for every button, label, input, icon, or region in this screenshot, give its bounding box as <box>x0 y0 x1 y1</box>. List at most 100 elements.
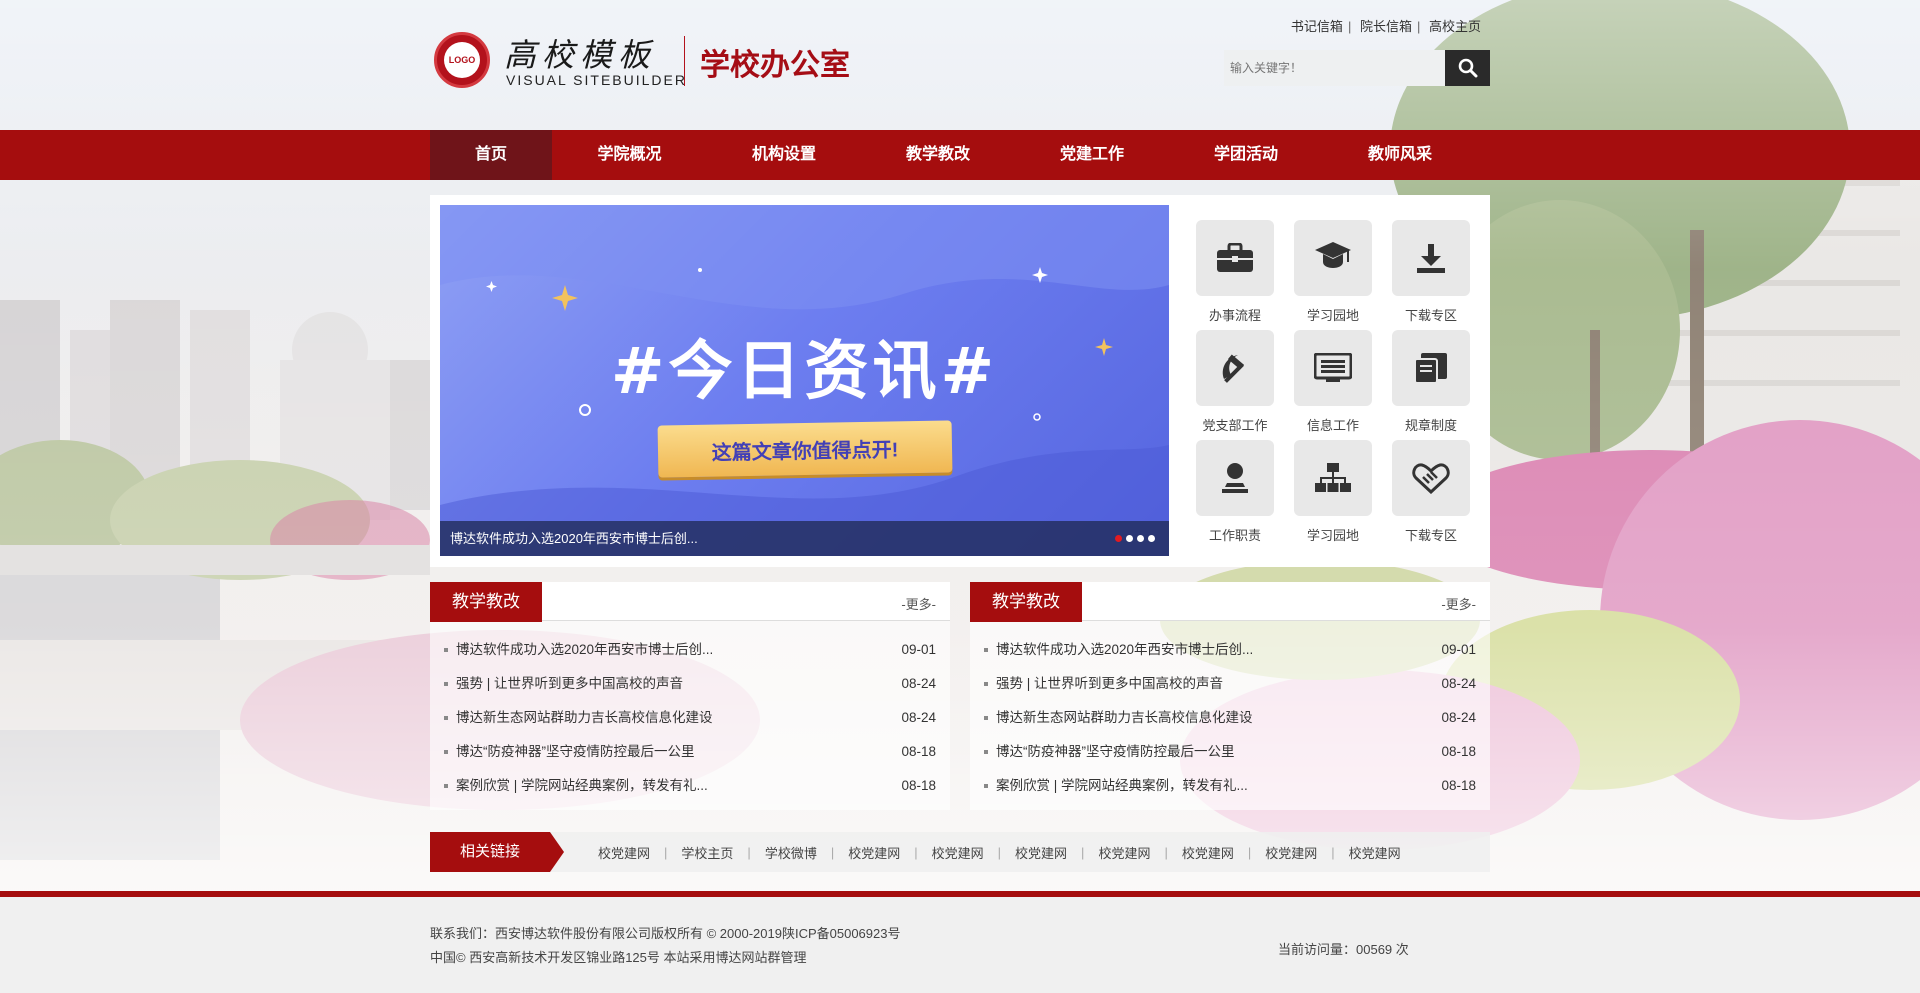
news-item[interactable]: 博达新生态网站群助力吉长高校信息化建设 08-24 <box>444 701 936 735</box>
user-stamp-icon <box>1222 463 1248 493</box>
related-link[interactable]: 校党建网 <box>1251 843 1331 862</box>
banner-cta-button[interactable]: 这篇文章你值得点开! <box>657 420 953 478</box>
news-item[interactable]: 博达新生态网站群助力吉长高校信息化建设 08-24 <box>984 701 1476 735</box>
news-item[interactable]: 博达“防疫神器”坚守疫情防控最后一公里 08-18 <box>444 735 936 769</box>
related-link[interactable]: 校党建网 <box>1335 843 1415 862</box>
quick-link-label: 工作职责 <box>1208 528 1261 543</box>
news-item[interactable]: 案例欣赏 | 学院网站经典案例，转发有礼... 08-18 <box>444 769 936 803</box>
news-date: 08-24 <box>1441 710 1476 725</box>
seal-center: LOGO <box>444 42 480 78</box>
related-link[interactable]: 校党建网 <box>1084 843 1164 862</box>
carousel-dot-3[interactable] <box>1137 535 1144 542</box>
related-links-bar: 相关链接 校党建网 | 学校主页 | 学校微博 | 校党建网 | 校党建网 | 校党建网 |… <box>430 832 1490 872</box>
news-item[interactable]: 博达软件成功入选2020年西安市博士后创... 09-01 <box>984 633 1476 667</box>
banner-caption[interactable]: 博达软件成功入选2020年西安市博士后创... <box>440 521 1169 556</box>
related-links-list: 校党建网 | 学校主页 | 学校微博 | 校党建网 | 校党建网 | 校党建网 | 校党建网… <box>584 832 1415 872</box>
quick-link-downloads[interactable]: 下载专区 <box>1392 220 1470 330</box>
quick-link-label: 学习园地 <box>1306 308 1359 323</box>
quick-link-info-work[interactable]: 信息工作 <box>1294 330 1372 440</box>
footer-copyright: 联系我们：西安博达软件股份有限公司版权所有 © 2000-2019陕ICP备05… <box>430 926 901 941</box>
nav-item-departments[interactable]: 机构设置 <box>707 130 861 180</box>
quick-link-regulations[interactable]: 规章制度 <box>1392 330 1470 440</box>
related-link[interactable]: 校党建网 <box>1001 843 1081 862</box>
top-link-secretary-mailbox[interactable]: 书记信箱 <box>1286 19 1348 34</box>
quick-link-party-branch[interactable]: 党支部工作 <box>1196 330 1274 440</box>
news-title[interactable]: 博达软件成功入选2020年西安市博士后创... <box>984 633 1253 667</box>
related-link[interactable]: 学校主页 <box>667 843 747 862</box>
more-link[interactable]: -更多- <box>1441 594 1476 613</box>
top-link-school-home[interactable]: 高校主页 <box>1424 19 1486 34</box>
news-title[interactable]: 博达软件成功入选2020年西安市博士后创... <box>444 633 713 667</box>
search-button[interactable] <box>1445 50 1490 86</box>
news-panel-title[interactable]: 教学教改 <box>970 582 1082 622</box>
news-item[interactable]: 强势 | 让世界听到更多中国高校的声音 08-24 <box>444 667 936 701</box>
nav-item-college-overview[interactable]: 学院概况 <box>552 130 707 180</box>
site-name: 学校办公室 <box>700 48 850 83</box>
top-links: 书记信箱 | 院长信箱 | 高校主页 <box>1286 16 1486 35</box>
carousel-dot-4[interactable] <box>1148 535 1155 542</box>
school-seal-logo[interactable]: LOGO <box>434 32 490 88</box>
news-item[interactable]: 博达软件成功入选2020年西安市博士后创... 09-01 <box>444 633 936 667</box>
banner-carousel[interactable]: #今日资讯# 这篇文章你值得点开! 博达软件成功入选2020年西安市博士后创..… <box>440 205 1169 556</box>
handshake-icon <box>1412 463 1450 494</box>
news-panel-right: 教学教改 -更多- 博达软件成功入选2020年西安市博士后创... 09-01 强… <box>970 582 1490 810</box>
news-item[interactable]: 强势 | 让世界听到更多中国高校的声音 08-24 <box>984 667 1476 701</box>
news-date: 08-18 <box>1441 778 1476 793</box>
news-title[interactable]: 强势 | 让世界听到更多中国高校的声音 <box>984 667 1223 701</box>
news-panel-title[interactable]: 教学教改 <box>430 582 542 622</box>
news-item[interactable]: 博达“防疫神器”坚守疫情防控最后一公里 08-18 <box>984 735 1476 769</box>
quick-link-label: 党支部工作 <box>1202 418 1268 433</box>
download-icon <box>1417 244 1445 273</box>
search-input[interactable] <box>1224 50 1445 86</box>
news-date: 08-18 <box>901 778 936 793</box>
nav-item-teacher-style[interactable]: 教师风采 <box>1323 130 1477 180</box>
news-title[interactable]: 博达“防疫神器”坚守疫情防控最后一公里 <box>984 735 1235 769</box>
quick-link-label: 下载专区 <box>1404 308 1457 323</box>
news-title[interactable]: 案例欣赏 | 学院网站经典案例，转发有礼... <box>444 769 708 803</box>
carousel-dot-2[interactable] <box>1126 535 1133 542</box>
quick-link-study-garden-2[interactable]: 学习园地 <box>1294 440 1372 550</box>
related-link[interactable]: 校党建网 <box>918 843 998 862</box>
quick-link-process[interactable]: 办事流程 <box>1196 220 1274 330</box>
related-link[interactable]: 校党建网 <box>584 843 664 862</box>
news-date: 09-01 <box>901 642 936 657</box>
news-item[interactable]: 案例欣赏 | 学院网站经典案例，转发有礼... 08-18 <box>984 769 1476 803</box>
carousel-dot-1[interactable] <box>1115 535 1122 542</box>
quick-links-grid: 办事流程 学习园地 下载专区 党支部工作 信息工作 规章制度 工作职责 学习园地… <box>1196 220 1490 550</box>
quick-link-study-garden[interactable]: 学习园地 <box>1294 220 1372 330</box>
news-panel-left: 教学教改 -更多- 博达软件成功入选2020年西安市博士后创... 09-01 强… <box>430 582 950 810</box>
quick-link-label: 学习园地 <box>1306 528 1359 543</box>
nav-item-student-activities[interactable]: 学团活动 <box>1169 130 1323 180</box>
quick-link-downloads-2[interactable]: 下载专区 <box>1392 440 1470 550</box>
related-link[interactable]: 校党建网 <box>834 843 914 862</box>
separator: | <box>1347 19 1352 34</box>
footer-address: 中国© 西安高新技术开发区锦业路125号 本站采用博达网站群管理 <box>430 950 807 965</box>
quick-link-duties[interactable]: 工作职责 <box>1196 440 1274 550</box>
graduation-cap-icon <box>1315 242 1351 268</box>
logo-chinese-text: 高校模板 <box>504 36 657 74</box>
related-link[interactable]: 校党建网 <box>1168 843 1248 862</box>
nav-item-home[interactable]: 首页 <box>430 130 552 180</box>
related-link[interactable]: 学校微博 <box>751 843 831 862</box>
logo-divider <box>684 36 685 86</box>
top-link-president-mailbox[interactable]: 院长信箱 <box>1355 19 1417 34</box>
news-date: 08-18 <box>1441 744 1476 759</box>
news-date: 08-18 <box>901 744 936 759</box>
news-title[interactable]: 博达“防疫神器”坚守疫情防控最后一公里 <box>444 735 695 769</box>
news-title[interactable]: 案例欣赏 | 学院网站经典案例，转发有礼... <box>984 769 1248 803</box>
search-icon <box>1458 58 1477 78</box>
quick-link-label: 信息工作 <box>1306 418 1359 433</box>
news-date: 08-24 <box>901 710 936 725</box>
briefcase-icon <box>1217 243 1253 272</box>
more-link[interactable]: -更多- <box>901 594 936 613</box>
news-title[interactable]: 博达新生态网站群助力吉长高校信息化建设 <box>444 701 713 735</box>
news-date: 08-24 <box>901 676 936 691</box>
quick-link-label: 下载专区 <box>1404 528 1457 543</box>
search-bar <box>1224 50 1490 86</box>
news-title[interactable]: 强势 | 让世界听到更多中国高校的声音 <box>444 667 683 701</box>
nav-item-teaching-reform[interactable]: 教学教改 <box>861 130 1015 180</box>
nav-item-party-building[interactable]: 党建工作 <box>1015 130 1169 180</box>
news-date: 08-24 <box>1441 676 1476 691</box>
news-title[interactable]: 博达新生态网站群助力吉长高校信息化建设 <box>984 701 1253 735</box>
visit-counter: 当前访问量：00569 次 <box>1278 942 1409 957</box>
